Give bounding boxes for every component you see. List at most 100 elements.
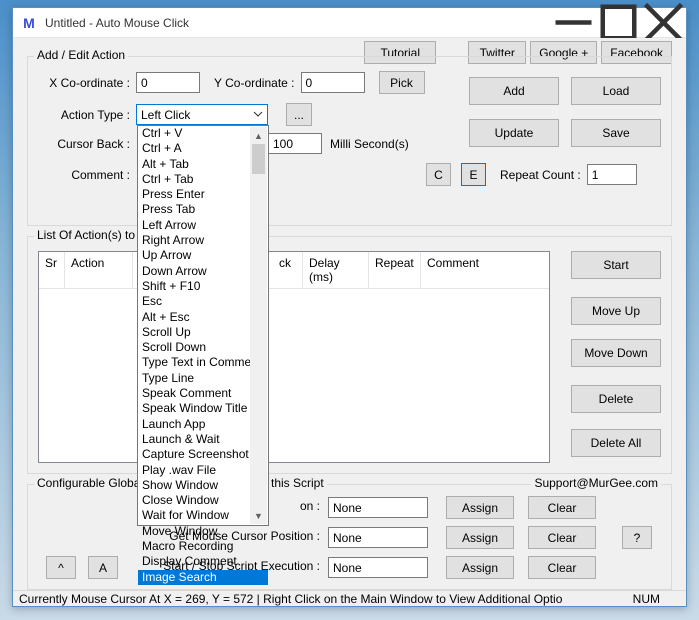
dropdown-item[interactable]: Scroll Down <box>138 340 268 355</box>
client-area: Tutorial Twitter Google + Facebook Add /… <box>13 38 686 590</box>
dropdown-item[interactable]: Ctrl + Tab <box>138 172 268 187</box>
e-button[interactable]: E <box>461 163 486 186</box>
shortcuts-legend-left: Configurable Global <box>34 476 146 490</box>
comment-label: Comment : <box>38 168 130 182</box>
dropdown-item[interactable]: Ctrl + V <box>138 126 268 141</box>
dropdown-item[interactable]: Left Arrow <box>138 218 268 233</box>
app-logo-icon: M <box>21 15 37 31</box>
action-type-dropdown[interactable]: Ctrl + VCtrl + AAlt + TabCtrl + TabPress… <box>137 125 269 526</box>
assign2-button[interactable]: Assign <box>446 526 514 549</box>
help-button[interactable]: ? <box>622 526 652 549</box>
dropdown-item[interactable]: Close Window <box>138 493 268 508</box>
x-label: X Co-ordinate : <box>38 76 130 90</box>
dropdown-item[interactable]: Alt + Esc <box>138 310 268 325</box>
repeat-label: Repeat Count : <box>500 168 581 182</box>
dropdown-item[interactable]: Right Arrow <box>138 233 268 248</box>
chevron-down-icon <box>253 108 263 122</box>
dropdown-item[interactable]: Macro Recording <box>138 539 268 554</box>
on-label: on : <box>300 499 320 513</box>
delay-input[interactable] <box>268 133 322 154</box>
x-input[interactable] <box>136 72 200 93</box>
add-edit-panel: Add / Edit Action X Co-ordinate : Y Co-o… <box>27 56 672 226</box>
list-legend: List Of Action(s) to <box>34 228 138 242</box>
maximize-button[interactable] <box>596 8 641 38</box>
save-button[interactable]: Save <box>571 119 661 147</box>
dropdown-item[interactable]: Display Comment <box>138 554 268 569</box>
dropdown-item[interactable]: Press Tab <box>138 202 268 217</box>
dropdown-item[interactable]: Scroll Up <box>138 325 268 340</box>
col-repeat[interactable]: Repeat <box>369 252 421 288</box>
c-button[interactable]: C <box>426 163 451 186</box>
scroll-down-icon[interactable]: ▼ <box>250 507 267 524</box>
dropdown-scrollbar[interactable]: ▲ ▼ <box>250 127 267 524</box>
dropdown-item[interactable]: Speak Comment <box>138 386 268 401</box>
dropdown-item[interactable]: Up Arrow <box>138 248 268 263</box>
window-title: Untitled - Auto Mouse Click <box>45 16 551 30</box>
shortcut1-input[interactable] <box>328 497 428 518</box>
shortcuts-legend-mid: this Script <box>268 476 327 490</box>
shortcuts-panel: Configurable Global this Script Support@… <box>27 484 672 590</box>
dropdown-item[interactable]: Alt + Tab <box>138 157 268 172</box>
dropdown-item[interactable]: Launch App <box>138 417 268 432</box>
add-button[interactable]: Add <box>469 77 559 105</box>
movedown-button[interactable]: Move Down <box>571 339 661 367</box>
action-type-combo[interactable]: Left Click Ctrl + VCtrl + AAlt + TabCtrl… <box>136 104 268 125</box>
dropdown-item[interactable]: Move Window <box>138 524 268 539</box>
close-button[interactable] <box>641 8 686 38</box>
action-type-label: Action Type : <box>38 108 130 122</box>
status-text: Currently Mouse Cursor At X = 269, Y = 5… <box>19 592 562 606</box>
col-comment[interactable]: Comment <box>421 252 549 288</box>
update-button[interactable]: Update <box>469 119 559 147</box>
deleteall-button[interactable]: Delete All <box>571 429 661 457</box>
start-button[interactable]: Start <box>571 251 661 279</box>
action-type-value: Left Click <box>141 108 190 122</box>
shortcut3-input[interactable] <box>328 557 428 578</box>
col-ck[interactable]: ck <box>273 252 303 288</box>
assign1-button[interactable]: Assign <box>446 496 514 519</box>
delete-button[interactable]: Delete <box>571 385 661 413</box>
dropdown-item[interactable]: Shift + F10 <box>138 279 268 294</box>
dropdown-item[interactable]: Show Window <box>138 478 268 493</box>
pick-button[interactable]: Pick <box>379 71 425 94</box>
titlebar[interactable]: M Untitled - Auto Mouse Click <box>13 8 686 38</box>
caret-button[interactable]: ^ <box>46 556 76 579</box>
clear1-button[interactable]: Clear <box>528 496 596 519</box>
dropdown-item[interactable]: Esc <box>138 294 268 309</box>
minimize-button[interactable] <box>551 8 596 38</box>
ellipsis-button[interactable]: ... <box>286 103 312 126</box>
dropdown-item[interactable]: Launch & Wait <box>138 432 268 447</box>
dropdown-item[interactable]: Image Search <box>138 570 268 585</box>
panel-legend: Add / Edit Action <box>34 48 128 62</box>
dropdown-item[interactable]: Capture Screenshot <box>138 447 268 462</box>
scroll-thumb[interactable] <box>252 144 265 174</box>
grid-header: Sr Action ck Delay (ms) Repeat Comment <box>39 252 549 289</box>
main-window: M Untitled - Auto Mouse Click Tutorial T… <box>12 7 687 607</box>
a-button[interactable]: A <box>88 556 118 579</box>
col-delay[interactable]: Delay (ms) <box>303 252 369 288</box>
y-label: Y Co-ordinate : <box>214 76 295 90</box>
moveup-button[interactable]: Move Up <box>571 297 661 325</box>
scroll-up-icon[interactable]: ▲ <box>250 127 267 144</box>
support-link[interactable]: Support@MurGee.com <box>531 476 661 490</box>
status-bar: Currently Mouse Cursor At X = 269, Y = 5… <box>13 590 686 606</box>
dropdown-item[interactable]: Ctrl + A <box>138 141 268 156</box>
status-num: NUM <box>633 592 680 606</box>
dropdown-item[interactable]: Type Line <box>138 371 268 386</box>
dropdown-item[interactable]: Speak Window Title <box>138 401 268 416</box>
repeat-input[interactable] <box>587 164 637 185</box>
col-action[interactable]: Action <box>65 252 133 288</box>
dropdown-item[interactable]: Play .wav File <box>138 463 268 478</box>
y-input[interactable] <box>301 72 365 93</box>
ms-label: Milli Second(s) <box>330 137 409 151</box>
dropdown-item[interactable]: Wait for Window <box>138 508 268 523</box>
dropdown-item[interactable]: Down Arrow <box>138 264 268 279</box>
assign3-button[interactable]: Assign <box>446 556 514 579</box>
load-button[interactable]: Load <box>571 77 661 105</box>
col-sr[interactable]: Sr <box>39 252 65 288</box>
dropdown-item[interactable]: Press Enter <box>138 187 268 202</box>
dropdown-item[interactable]: Type Text in Comment <box>138 355 268 370</box>
clear2-button[interactable]: Clear <box>528 526 596 549</box>
clear3-button[interactable]: Clear <box>528 556 596 579</box>
actions-grid[interactable]: Sr Action ck Delay (ms) Repeat Comment <box>38 251 550 463</box>
shortcut2-input[interactable] <box>328 527 428 548</box>
